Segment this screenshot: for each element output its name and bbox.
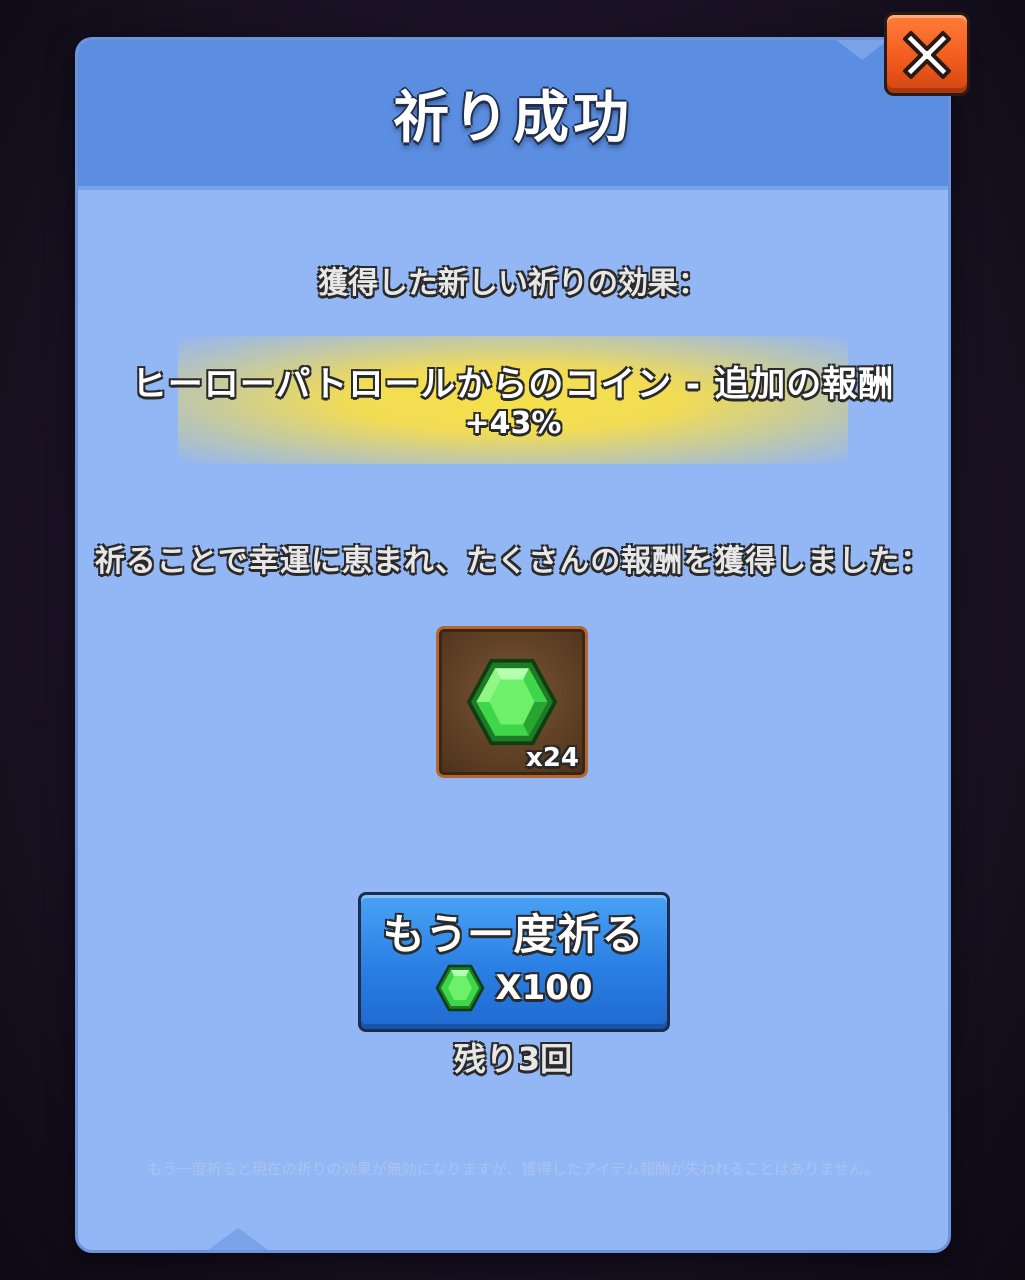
remaining-count: 残り3回 [453, 1040, 573, 1078]
effect-name: ヒーローパトロールからのコイン - 追加の報酬 [131, 365, 895, 405]
reward-heading: 祈ることで幸運に恵まれ、たくさんの報酬を獲得しました： [94, 544, 932, 579]
close-x-icon [903, 31, 951, 79]
close-button[interactable] [884, 12, 970, 96]
pray-cost: X100 [361, 963, 667, 1013]
footnote-text: もう一度祈ると現在の祈りの効果が無効になりますが、獲得したアイテム報酬が失われる… [147, 1160, 879, 1178]
dialog-title: 祈り成功 [393, 85, 633, 151]
prayer-success-dialog: 祈り成功 獲得した新しい祈りの効果： ヒーローパトロールからのコイン - 追加の… [78, 40, 948, 1250]
reward-item-tile[interactable]: x24 [436, 626, 588, 778]
reward-count: x24 [526, 743, 579, 773]
pray-cost-label: X100 [495, 968, 593, 1008]
header-notch-decoration [836, 40, 888, 60]
green-gem-icon [466, 658, 558, 746]
bottom-notch-decoration [208, 1228, 268, 1250]
effect-heading: 獲得した新しい祈りの効果： [318, 266, 708, 301]
dialog-header: 祈り成功 [78, 40, 948, 190]
pray-again-label: もう一度祈る [382, 910, 646, 959]
green-gem-icon [435, 964, 485, 1012]
pray-again-button[interactable]: もう一度祈る X100 [358, 892, 670, 1032]
effect-value: +43% [464, 406, 562, 441]
